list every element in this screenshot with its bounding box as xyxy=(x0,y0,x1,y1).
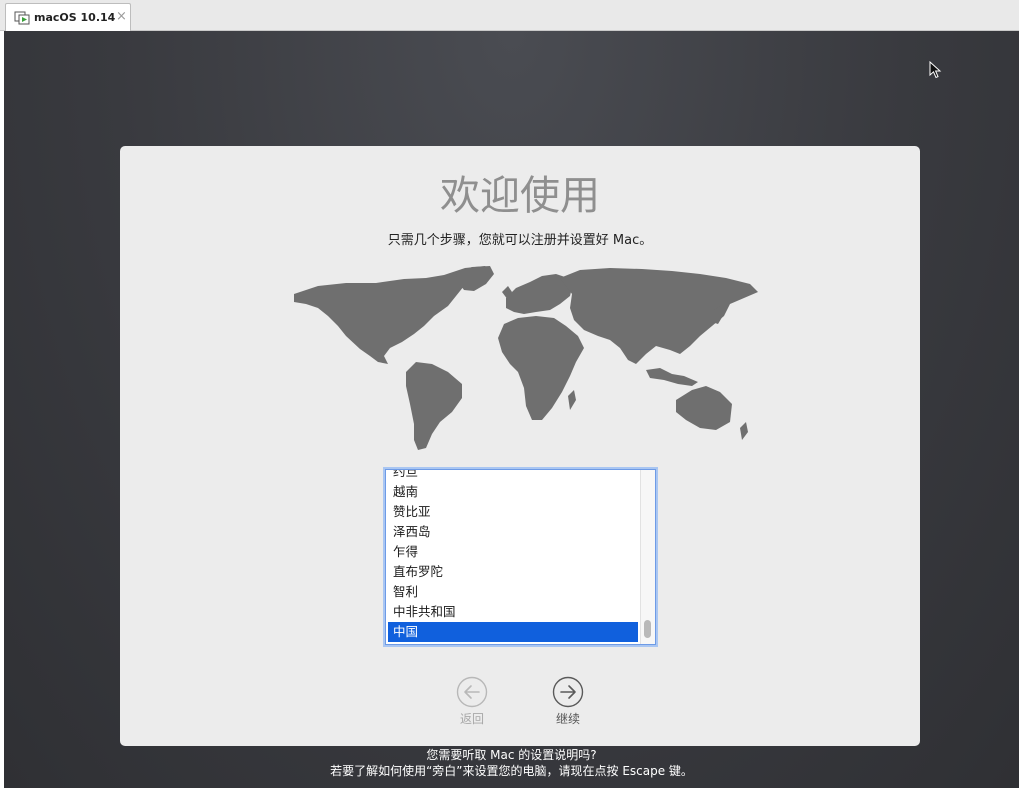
country-list[interactable]: 约旦 越南 赞比亚 泽西岛 乍得 直布罗陀 智利 中非共和国 中国 xyxy=(385,469,656,645)
back-button[interactable]: 返回 xyxy=(442,676,502,727)
country-list-scrollbar[interactable] xyxy=(640,470,655,644)
list-item-jordan[interactable]: 约旦 xyxy=(388,470,638,482)
list-item-jersey[interactable]: 泽西岛 xyxy=(388,522,638,542)
continue-label: 继续 xyxy=(555,712,580,726)
welcome-panel: 欢迎使用 只需几个步骤，您就可以注册并设置好 Mac。 约旦 越南 赞比亚 泽西… xyxy=(120,146,920,746)
page-title: 欢迎使用 xyxy=(440,173,600,219)
continue-button[interactable]: 继续 xyxy=(538,676,598,727)
arrow-right-circle-icon xyxy=(552,676,584,708)
vm-icon xyxy=(14,11,30,25)
list-item-vietnam[interactable]: 越南 xyxy=(388,482,638,502)
page-subtitle: 只需几个步骤，您就可以注册并设置好 Mac。 xyxy=(387,233,653,248)
vm-tab-bar: macOS 10.14 × xyxy=(0,0,1019,31)
close-icon[interactable]: × xyxy=(116,9,127,24)
vm-screen[interactable]: 欢迎使用 只需几个步骤，您就可以注册并设置好 Mac。 约旦 越南 赞比亚 泽西… xyxy=(4,31,1019,788)
list-item-chile[interactable]: 智利 xyxy=(388,582,638,602)
back-label: 返回 xyxy=(459,712,484,726)
list-item-chad[interactable]: 乍得 xyxy=(388,542,638,562)
voiceover-hint-line1: 您需要听取 Mac 的设置说明吗? xyxy=(426,748,597,762)
voiceover-hint-line2: 若要了解如何使用“旁白”来设置您的电脑，请现在点按 Escape 键。 xyxy=(330,764,693,778)
list-item-central-african-republic[interactable]: 中非共和国 xyxy=(388,602,638,622)
world-map-icon xyxy=(294,266,758,450)
mouse-pointer-icon xyxy=(929,61,942,79)
list-item-china-selected[interactable]: 中国 xyxy=(388,622,638,642)
list-item-gibraltar[interactable]: 直布罗陀 xyxy=(388,562,638,582)
vm-tab-macos[interactable]: macOS 10.14 × xyxy=(5,3,131,31)
arrow-left-circle-icon xyxy=(456,676,488,708)
scrollbar-thumb[interactable] xyxy=(644,620,651,638)
list-item-zambia[interactable]: 赞比亚 xyxy=(388,502,638,522)
vm-tab-label: macOS 10.14 xyxy=(34,11,116,24)
